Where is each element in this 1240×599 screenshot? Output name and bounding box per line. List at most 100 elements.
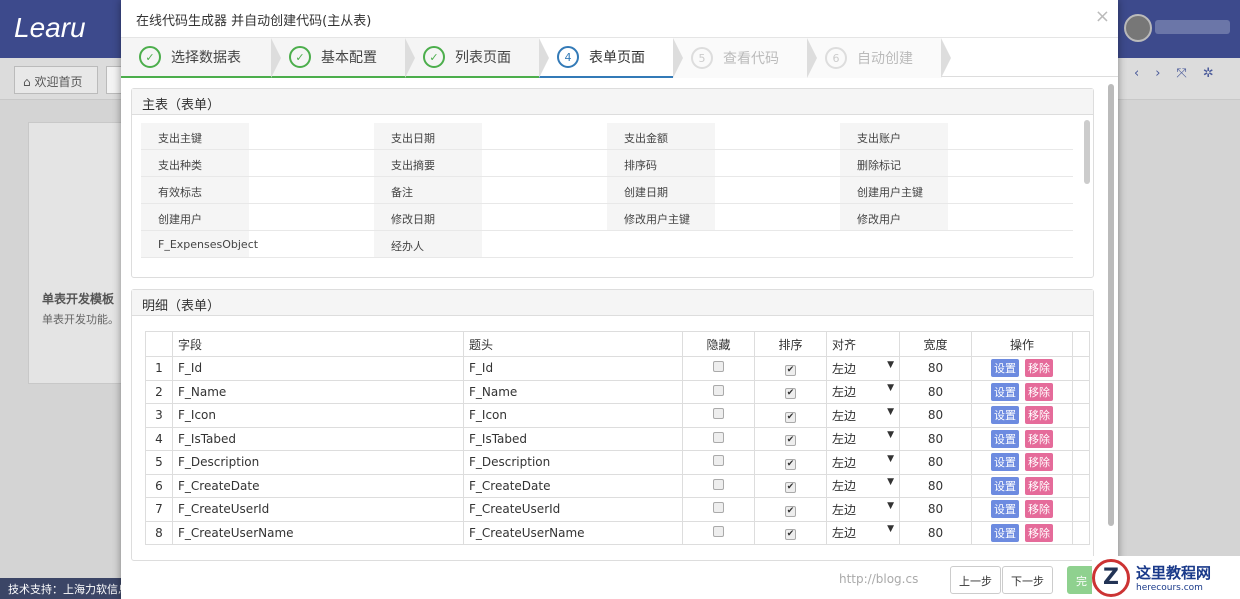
align-select[interactable]: 左边 ▼ <box>832 360 894 377</box>
main-scrollbar[interactable] <box>1084 120 1090 184</box>
field-cell[interactable]: 支出主键 <box>141 123 374 149</box>
avatar[interactable] <box>1124 14 1152 42</box>
field-cell[interactable]: 支出摘要 <box>374 150 607 176</box>
fullscreen-icon[interactable]: ⤧ <box>1176 66 1186 81</box>
field-cell[interactable]: 删除标记 <box>840 150 1073 176</box>
align-select[interactable]: 左边 ▼ <box>832 454 894 471</box>
remove-button[interactable]: 移除 <box>1025 500 1053 519</box>
field-title[interactable]: F_IsTabed <box>463 426 683 451</box>
column-width[interactable]: 80 <box>899 426 972 451</box>
close-icon[interactable]: × <box>1095 6 1110 27</box>
field-value <box>482 150 607 176</box>
column-width[interactable]: 80 <box>899 356 972 381</box>
sort-checkbox[interactable]: ✔ <box>785 482 796 494</box>
field-title[interactable]: F_CreateUserId <box>463 497 683 522</box>
column-width[interactable]: 80 <box>899 520 972 545</box>
settings-button[interactable]: 设置 <box>991 359 1019 378</box>
step-number-icon: 5 <box>691 47 713 69</box>
field-cell[interactable]: 有效标志 <box>141 177 374 203</box>
field-cell[interactable]: 创建用户 <box>141 204 374 230</box>
settings-button[interactable]: 设置 <box>991 453 1019 472</box>
prev-step-button[interactable]: 上一步 <box>950 566 1001 594</box>
settings-button[interactable]: 设置 <box>991 429 1019 448</box>
field-cell[interactable]: 支出账户 <box>840 123 1073 149</box>
hidden-checkbox[interactable] <box>713 478 724 490</box>
field-cell[interactable]: 修改用户主键 <box>607 204 840 230</box>
settings-button[interactable]: 设置 <box>991 523 1019 542</box>
field-title[interactable]: F_Id <box>463 356 683 381</box>
step-4[interactable]: 4 表单页面 <box>539 38 683 78</box>
sort-checkbox[interactable]: ✔ <box>785 435 796 447</box>
field-cell[interactable]: 修改用户 <box>840 204 1073 230</box>
column-width[interactable]: 80 <box>899 473 972 498</box>
column-width[interactable]: 80 <box>899 379 972 404</box>
hidden-checkbox[interactable] <box>713 384 724 396</box>
hidden-checkbox[interactable] <box>713 502 724 514</box>
field-title[interactable]: F_CreateUserName <box>463 520 683 545</box>
column-width[interactable]: 80 <box>899 497 972 522</box>
code-generator-dialog: 在线代码生成器 并自动创建代码(主从表) × ✓ 选择数据表 ✓ 基本配置 ✓ 列表页面 4… <box>121 0 1118 599</box>
field-cell[interactable]: 创建日期 <box>607 177 840 203</box>
chevron-left-icon[interactable]: ‹ <box>1134 66 1139 81</box>
step-5[interactable]: 5 查看代码 <box>673 38 817 78</box>
step-1[interactable]: ✓ 选择数据表 <box>121 38 281 78</box>
settings-button[interactable]: 设置 <box>991 382 1019 401</box>
remove-button[interactable]: 移除 <box>1025 406 1053 425</box>
hidden-checkbox[interactable] <box>713 361 724 373</box>
field-cell[interactable]: 经办人 <box>374 231 607 257</box>
site-name: 这里教程网 <box>1136 564 1212 582</box>
gear-icon[interactable]: ✲ <box>1203 66 1214 81</box>
sort-checkbox[interactable]: ✔ <box>785 411 796 423</box>
column-width[interactable]: 80 <box>899 450 972 475</box>
remove-button[interactable]: 移除 <box>1025 359 1053 378</box>
sort-checkbox[interactable]: ✔ <box>785 364 796 376</box>
column-header: 宽度 <box>899 331 972 357</box>
hidden-checkbox[interactable] <box>713 431 724 443</box>
align-select[interactable]: 左边 ▼ <box>832 501 894 518</box>
next-step-button[interactable]: 下一步 <box>1002 566 1053 594</box>
remove-button[interactable]: 移除 <box>1025 476 1053 495</box>
align-select[interactable]: 左边 ▼ <box>832 477 894 494</box>
align-value: 左边 <box>832 455 857 470</box>
field-title[interactable]: F_CreateDate <box>463 473 683 498</box>
field-cell[interactable]: 备注 <box>374 177 607 203</box>
column-width[interactable]: 80 <box>899 403 972 428</box>
field-cell[interactable]: 修改日期 <box>374 204 607 230</box>
tab-home[interactable]: ⌂ 欢迎首页 <box>14 66 98 94</box>
field-label: 经办人 <box>374 231 482 257</box>
field-title[interactable]: F_Name <box>463 379 683 404</box>
sort-checkbox[interactable]: ✔ <box>785 529 796 541</box>
remove-button[interactable]: 移除 <box>1025 429 1053 448</box>
hidden-checkbox[interactable] <box>713 408 724 420</box>
remove-button[interactable]: 移除 <box>1025 382 1053 401</box>
chevron-right-icon[interactable]: › <box>1155 66 1160 81</box>
align-select[interactable]: 左边 ▼ <box>832 524 894 541</box>
align-select[interactable]: 左边 ▼ <box>832 407 894 424</box>
step-6[interactable]: 6 自动创建 <box>807 38 951 78</box>
sort-checkbox[interactable]: ✔ <box>785 458 796 470</box>
remove-button[interactable]: 移除 <box>1025 523 1053 542</box>
field-title[interactable]: F_Icon <box>463 403 683 428</box>
align-select[interactable]: 左边 ▼ <box>832 430 894 447</box>
hidden-checkbox[interactable] <box>713 455 724 467</box>
settings-button[interactable]: 设置 <box>991 500 1019 519</box>
step-label: 自动创建 <box>857 51 913 67</box>
field-cell[interactable]: 创建用户主键 <box>840 177 1073 203</box>
hidden-checkbox[interactable] <box>713 525 724 537</box>
field-cell[interactable]: F_ExpensesObject <box>141 231 374 257</box>
field-cell[interactable]: 支出日期 <box>374 123 607 149</box>
settings-button[interactable]: 设置 <box>991 476 1019 495</box>
settings-button[interactable]: 设置 <box>991 406 1019 425</box>
align-select[interactable]: 左边 ▼ <box>832 383 894 400</box>
field-cell[interactable]: 支出金额 <box>607 123 840 149</box>
sort-checkbox[interactable]: ✔ <box>785 388 796 400</box>
field-cell[interactable]: 支出种类 <box>141 150 374 176</box>
step-2[interactable]: ✓ 基本配置 <box>271 38 415 78</box>
dialog-scrollbar[interactable] <box>1108 84 1114 526</box>
field-title[interactable]: F_Description <box>463 450 683 475</box>
step-3[interactable]: ✓ 列表页面 <box>405 38 549 78</box>
main-form-panel: 主表（表单） 支出主键 支出日期 支出金额 支出账户 支出种类 支出摘要 排序码 删除标记 有效… <box>131 88 1094 278</box>
remove-button[interactable]: 移除 <box>1025 453 1053 472</box>
sort-checkbox[interactable]: ✔ <box>785 505 796 517</box>
field-cell[interactable]: 排序码 <box>607 150 840 176</box>
